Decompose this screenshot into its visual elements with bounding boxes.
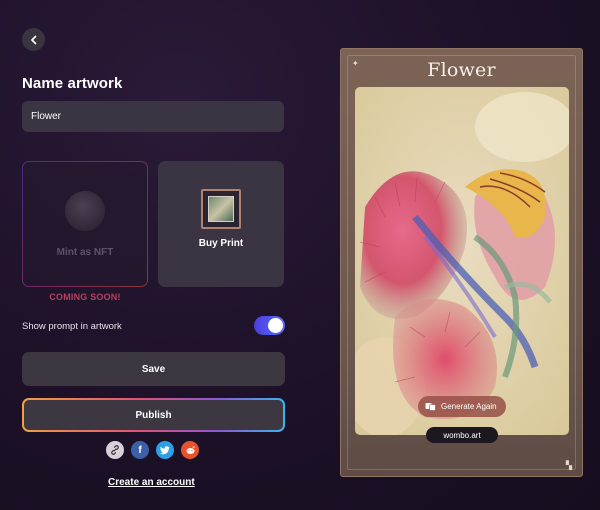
buy-print-label: Buy Print bbox=[198, 238, 244, 249]
twitter-icon[interactable] bbox=[156, 441, 174, 459]
wombo-watermark: wombo.art bbox=[426, 427, 498, 443]
corner-logo-icon: ▚ bbox=[565, 461, 572, 470]
share-row: f bbox=[106, 441, 199, 459]
artwork-name-input[interactable] bbox=[22, 101, 284, 132]
dice-icon bbox=[425, 403, 436, 411]
artwork-image bbox=[355, 87, 569, 435]
mint-nft-option: Mint as NFT bbox=[22, 161, 148, 287]
generate-again-label: Generate Again bbox=[441, 402, 497, 411]
artwork-preview-card: ✦ Flower Generate Again wombo.art ▚ bbox=[340, 48, 583, 477]
reddit-icon[interactable] bbox=[181, 441, 199, 459]
show-prompt-label: Show prompt in artwork bbox=[22, 321, 122, 332]
chevron-left-icon bbox=[30, 35, 36, 44]
page-title: Name artwork bbox=[22, 75, 123, 92]
link-icon[interactable] bbox=[106, 441, 124, 459]
facebook-icon[interactable]: f bbox=[131, 441, 149, 459]
show-prompt-toggle[interactable] bbox=[254, 316, 285, 335]
generate-again-button[interactable]: Generate Again bbox=[418, 396, 506, 417]
nft-coin-icon bbox=[65, 191, 105, 231]
buy-print-option[interactable]: Buy Print bbox=[158, 161, 284, 287]
coming-soon-badge: COMING SOON! bbox=[49, 292, 121, 302]
publish-button[interactable]: Publish bbox=[22, 398, 285, 432]
artwork-title: Flower bbox=[427, 59, 496, 81]
toggle-knob bbox=[268, 318, 283, 333]
framed-print-icon bbox=[201, 189, 241, 229]
save-button[interactable]: Save bbox=[22, 352, 285, 386]
mint-nft-label: Mint as NFT bbox=[56, 247, 114, 258]
create-account-link[interactable]: Create an account bbox=[108, 477, 195, 488]
back-button[interactable] bbox=[22, 28, 45, 51]
